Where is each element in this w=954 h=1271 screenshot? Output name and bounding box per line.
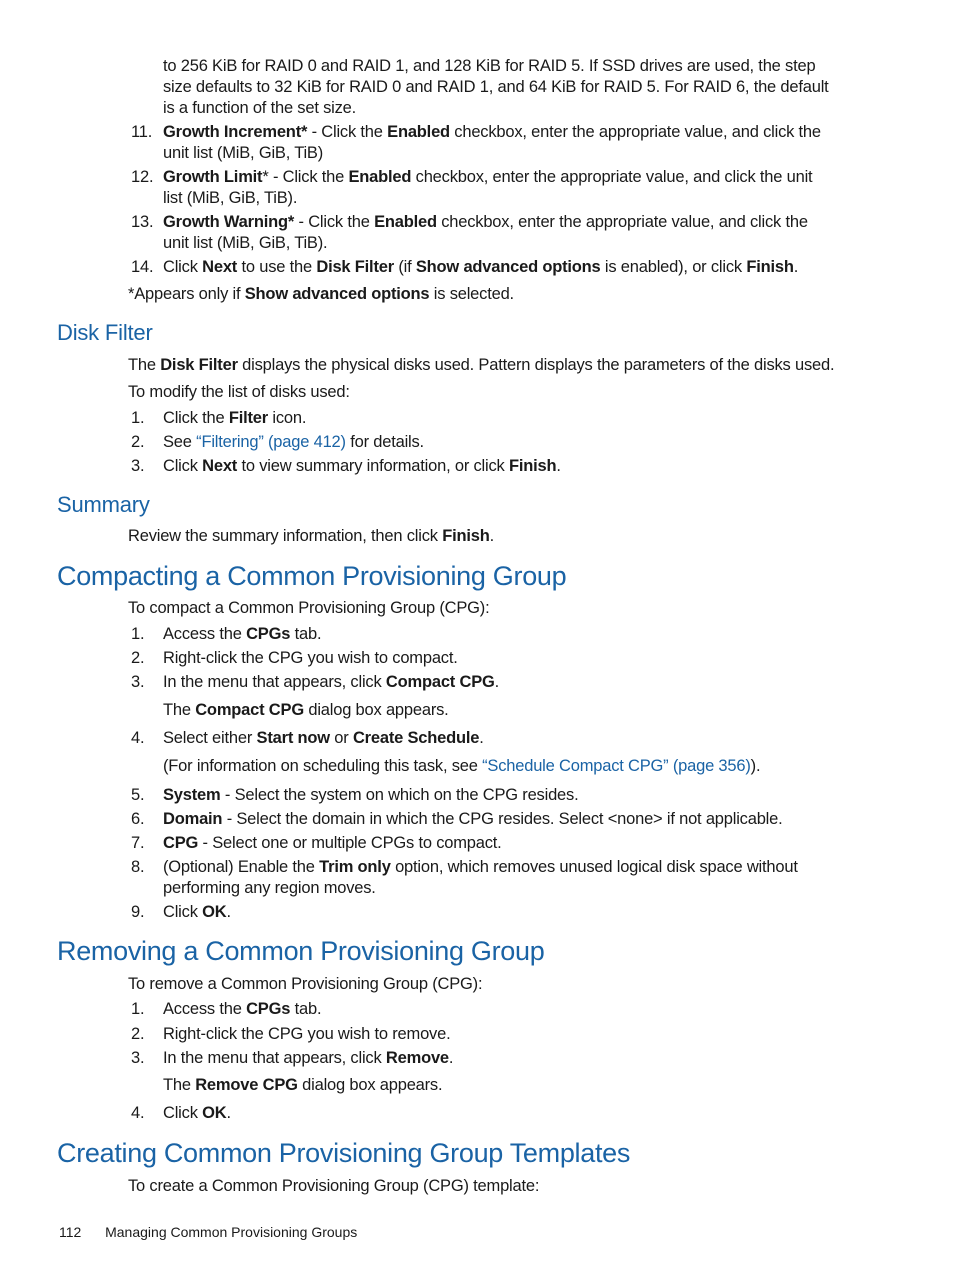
page-number: 112: [59, 1224, 82, 1240]
section-heading-disk-filter: Disk Filter: [57, 320, 153, 345]
step-note: The Compact CPG dialog box appears.: [163, 701, 449, 719]
list-text: System - Select the system on which on t…: [163, 786, 579, 804]
list-text: Click Next to view summary information, …: [163, 457, 561, 475]
paragraph-line: is a function of the set size.: [163, 99, 357, 117]
list-number: 1.: [131, 1000, 145, 1018]
step-note: (For information on scheduling this task…: [163, 757, 761, 775]
list-text: In the menu that appears, click Compact …: [163, 673, 500, 691]
section-heading-compacting: Compacting a Common Provisioning Group: [57, 561, 567, 591]
list-text: In the menu that appears, click Remove.: [163, 1049, 454, 1067]
paragraph: To compact a Common Provisioning Group (…: [128, 599, 490, 617]
list-number: 9.: [131, 903, 145, 921]
list-text: Click the Filter icon.: [163, 409, 307, 427]
list-text: Right-click the CPG you wish to remove.: [163, 1025, 451, 1043]
list-number: 3.: [131, 1049, 145, 1067]
list-text: Growth Increment* - Click the Enabled ch…: [163, 123, 821, 141]
paragraph: To create a Common Provisioning Group (C…: [128, 1177, 540, 1195]
list-text: list (MiB, GiB, TiB).: [163, 189, 298, 207]
list-number: 5.: [131, 786, 145, 804]
section-heading-templates: Creating Common Provisioning Group Templ…: [57, 1138, 631, 1168]
list-number: 2.: [131, 433, 145, 451]
section-heading-summary: Summary: [57, 492, 150, 517]
list-text: unit list (MiB, GiB, TiB).: [163, 234, 328, 252]
list-number: 14.: [131, 258, 154, 276]
section-heading-removing: Removing a Common Provisioning Group: [57, 936, 545, 966]
paragraph: To remove a Common Provisioning Group (C…: [128, 975, 483, 993]
list-number: 13.: [131, 213, 154, 231]
step-note: The Remove CPG dialog box appears.: [163, 1076, 443, 1094]
list-text: Select either Start now or Create Schedu…: [163, 729, 484, 747]
list-text: unit list (MiB, GiB, TiB): [163, 144, 324, 162]
list-text: Click Next to use the Disk Filter (if Sh…: [163, 258, 799, 276]
page-footer: 112 Managing Common Provisioning Groups: [59, 1224, 357, 1240]
list-text: Click OK.: [163, 1104, 231, 1122]
list-number: 3.: [131, 457, 145, 475]
footnote: *Appears only if Show advanced options i…: [128, 285, 514, 303]
chapter-title: Managing Common Provisioning Groups: [105, 1224, 358, 1240]
list-number: 1.: [131, 625, 145, 643]
list-number: 2.: [131, 1025, 145, 1043]
list-number: 12.: [131, 168, 154, 186]
paragraph: The Disk Filter displays the physical di…: [128, 356, 835, 374]
list-text: Domain - Select the domain in which the …: [163, 810, 783, 828]
list-number: 4.: [131, 1104, 145, 1122]
list-text: Access the CPGs tab.: [163, 1000, 322, 1018]
list-text: Access the CPGs tab.: [163, 625, 322, 643]
list-number: 1.: [131, 409, 145, 427]
list-number: 2.: [131, 649, 145, 667]
list-number: 11.: [131, 123, 153, 141]
list-text: Growth Limit* - Click the Enabled checkb…: [163, 168, 813, 186]
list-text: See “Filtering” (page 412) for details.: [163, 433, 424, 451]
list-number: 8.: [131, 858, 145, 876]
paragraph-line: size defaults to 32 KiB for RAID 0 and R…: [163, 78, 829, 96]
paragraph-line: to 256 KiB for RAID 0 and RAID 1, and 12…: [163, 57, 816, 75]
list-number: 3.: [131, 673, 145, 691]
list-number: 4.: [131, 729, 145, 747]
list-text: CPG - Select one or multiple CPGs to com…: [163, 834, 502, 852]
list-text: Right-click the CPG you wish to compact.: [163, 649, 458, 667]
list-text: (Optional) Enable the Trim only option, …: [163, 858, 798, 876]
list-number: 6.: [131, 810, 145, 828]
paragraph: Review the summary information, then cli…: [128, 527, 494, 545]
schedule-compact-cpg-link[interactable]: “Schedule Compact CPG” (page 356): [482, 757, 751, 775]
paragraph: To modify the list of disks used:: [128, 383, 350, 401]
list-text: Click OK.: [163, 903, 231, 921]
list-number: 7.: [131, 834, 145, 852]
list-text: performing any region moves.: [163, 879, 376, 897]
list-text: Growth Warning* - Click the Enabled chec…: [163, 213, 808, 231]
filtering-link[interactable]: “Filtering” (page 412): [196, 433, 346, 451]
